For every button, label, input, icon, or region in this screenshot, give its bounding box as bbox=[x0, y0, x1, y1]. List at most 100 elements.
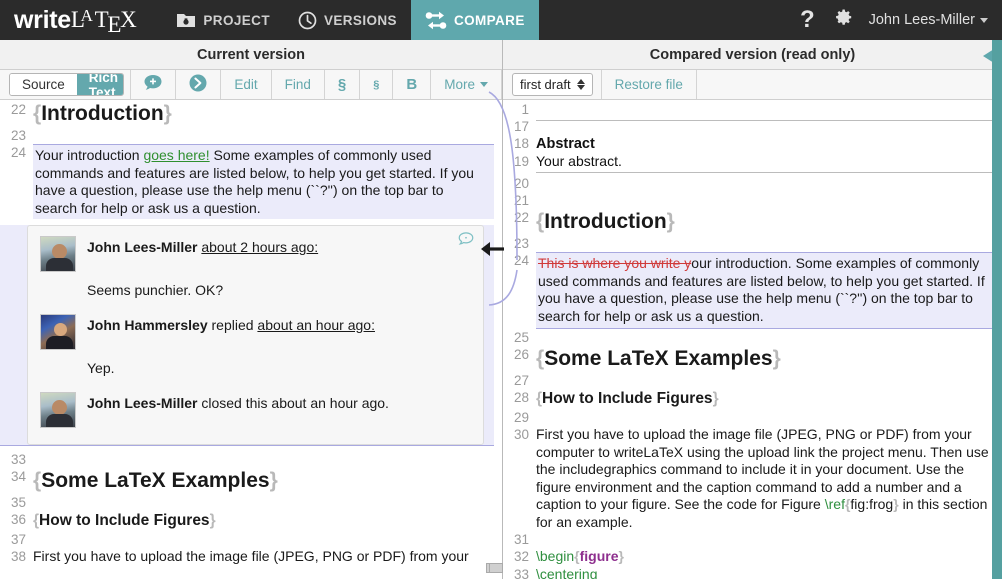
line-number: 1 bbox=[503, 101, 536, 118]
editor-line: 18 Abstract bbox=[503, 135, 1002, 153]
left-panel-title: Current version bbox=[0, 40, 502, 70]
top-navigation-bar: writeLATEX PROJECT VERSIONS bbox=[0, 0, 1002, 40]
editor-line: 21 bbox=[503, 192, 1002, 209]
heading-how-to-include-figures: {How to Include Figures} bbox=[33, 511, 492, 531]
inserted-text: goes here! bbox=[143, 147, 209, 163]
line-number: 25 bbox=[503, 329, 536, 346]
comment-plus-icon bbox=[144, 75, 162, 94]
brand-logo[interactable]: writeLATEX bbox=[0, 0, 162, 40]
code-begin-figure: \begin{figure} bbox=[536, 548, 992, 566]
line-number: 24 bbox=[503, 252, 536, 269]
comment-author: John Lees-Miller bbox=[87, 239, 197, 255]
editor-line: 23 bbox=[503, 235, 1002, 252]
compare-panels: Current version Source Rich Text bbox=[0, 40, 1002, 579]
version-select-value: first draft bbox=[520, 77, 571, 92]
editor-line: 28 {How to Include Figures} bbox=[503, 389, 1002, 409]
editor-line: 31 bbox=[503, 531, 1002, 548]
line-number: 18 bbox=[503, 135, 536, 152]
more-menu-button[interactable]: More bbox=[431, 70, 502, 99]
editor-line: 22 {Introduction} bbox=[0, 101, 502, 127]
bold-button[interactable]: B bbox=[393, 70, 431, 99]
line-number: 32 bbox=[503, 548, 536, 565]
heading-introduction: {Introduction} bbox=[33, 101, 492, 127]
comment-icon[interactable] bbox=[458, 232, 474, 251]
comment-meta: John Hammersley replied about an hour ag… bbox=[87, 314, 375, 350]
editor-line: 22 {Introduction} bbox=[503, 209, 1002, 235]
editor-line: 34 {Some LaTeX Examples} bbox=[0, 468, 502, 494]
edit-button[interactable]: Edit bbox=[221, 70, 271, 99]
comment-author: John Hammersley bbox=[87, 317, 208, 333]
source-tab[interactable]: Source bbox=[10, 74, 77, 95]
question-mark-icon[interactable]: ? bbox=[800, 8, 815, 32]
right-editor-body[interactable]: 1 17 18 Abstract 19 Your abstract. 20 bbox=[503, 101, 1002, 579]
line-number: 36 bbox=[0, 511, 33, 528]
line-number: 38 bbox=[0, 548, 33, 565]
abstract-rule-bottom bbox=[536, 172, 992, 173]
version-select[interactable]: first draft bbox=[512, 73, 593, 96]
horizontal-scrollbar-right[interactable] bbox=[489, 563, 503, 573]
abstract-title: Abstract bbox=[536, 135, 992, 153]
comment-closing-meta: John Lees-Miller closed this about an ho… bbox=[87, 392, 389, 428]
source-richtext-toggle[interactable]: Source Rich Text bbox=[9, 73, 124, 96]
subsection-button[interactable]: § bbox=[360, 70, 393, 99]
line-number: 33 bbox=[503, 566, 536, 579]
left-panel-title-label: Current version bbox=[197, 47, 305, 63]
editor-line: 19 Your abstract. bbox=[503, 153, 1002, 175]
line-number: 23 bbox=[0, 127, 33, 144]
code-centering: \centering bbox=[536, 566, 992, 579]
section-button[interactable]: § bbox=[325, 70, 360, 99]
line-number: 23 bbox=[503, 235, 536, 252]
comment-meta: John Lees-Miller about 2 hours ago: bbox=[87, 236, 318, 272]
editor-line: 24 Your introduction goes here! Some exa… bbox=[0, 144, 502, 219]
restore-file-button[interactable]: Restore file bbox=[602, 70, 697, 99]
line-number: 22 bbox=[0, 101, 33, 118]
editor-line: 25 bbox=[503, 329, 1002, 346]
add-comment-button[interactable] bbox=[130, 70, 176, 99]
editor-line: 17 bbox=[503, 118, 1002, 135]
line-number: 34 bbox=[0, 468, 33, 485]
editor-line: 29 bbox=[503, 409, 1002, 426]
find-button[interactable]: Find bbox=[272, 70, 325, 99]
right-toolbar: first draft Restore file bbox=[503, 70, 1002, 100]
left-editor-body[interactable]: 22 {Introduction} 23 24 Your introductio… bbox=[0, 101, 502, 579]
right-panel-title: Compared version (read only) bbox=[503, 40, 1002, 70]
editor-line: 27 bbox=[503, 372, 1002, 389]
chevron-down-icon bbox=[480, 82, 488, 87]
editor-line: 24 This is where you write your introduc… bbox=[503, 252, 1002, 329]
comment-body: Seems punchier. OK? bbox=[87, 282, 471, 298]
paragraph-figures: First you have to upload the image file … bbox=[33, 548, 492, 566]
line-number: 28 bbox=[503, 389, 536, 406]
user-menu[interactable]: John Lees-Miller bbox=[869, 12, 988, 28]
line-number: 30 bbox=[503, 426, 536, 443]
apply-change-left-arrow-icon[interactable] bbox=[480, 238, 506, 260]
editor-line: 35 bbox=[0, 494, 502, 511]
line-number: 19 bbox=[503, 153, 536, 170]
abstract-text: Your abstract. bbox=[536, 153, 992, 170]
editor-line: 20 bbox=[503, 175, 1002, 192]
paragraph-figures: First you have to upload the image file … bbox=[536, 426, 992, 531]
editor-line: 1 bbox=[503, 101, 1002, 118]
next-change-button[interactable] bbox=[176, 70, 221, 99]
deleted-text: This is where you write y bbox=[538, 255, 691, 271]
comment-thread[interactable]: John Lees-Miller about 2 hours ago: Seem… bbox=[27, 225, 484, 445]
nav-item-compare-label: COMPARE bbox=[454, 13, 525, 28]
nav-item-versions[interactable]: VERSIONS bbox=[284, 0, 411, 40]
abstract-rule-top bbox=[536, 120, 992, 121]
avatar-john-lees-miller bbox=[40, 392, 76, 428]
panel-current-version: Current version Source Rich Text bbox=[0, 40, 503, 579]
editor-line: 26 {Some LaTeX Examples} bbox=[503, 346, 1002, 372]
rich-text-tab[interactable]: Rich Text bbox=[77, 74, 124, 95]
paragraph-introduction-old: This is where you write your introductio… bbox=[538, 255, 988, 325]
line-number: 22 bbox=[503, 209, 536, 226]
line-number: 37 bbox=[0, 531, 33, 548]
nav-item-compare[interactable]: COMPARE bbox=[411, 0, 539, 40]
top-right-controls: ? John Lees-Miller bbox=[800, 0, 1002, 40]
comment-closing-item: John Lees-Miller closed this about an ho… bbox=[40, 392, 471, 428]
comment-author: John Lees-Miller bbox=[87, 395, 197, 411]
brand-write-text: write bbox=[14, 6, 71, 35]
avatar-john-hammersley bbox=[40, 314, 76, 350]
nav-item-project[interactable]: PROJECT bbox=[162, 0, 284, 40]
app-root: writeLATEX PROJECT VERSIONS bbox=[0, 0, 1002, 579]
stepper-icon bbox=[577, 79, 585, 90]
gear-icon[interactable] bbox=[831, 7, 853, 34]
